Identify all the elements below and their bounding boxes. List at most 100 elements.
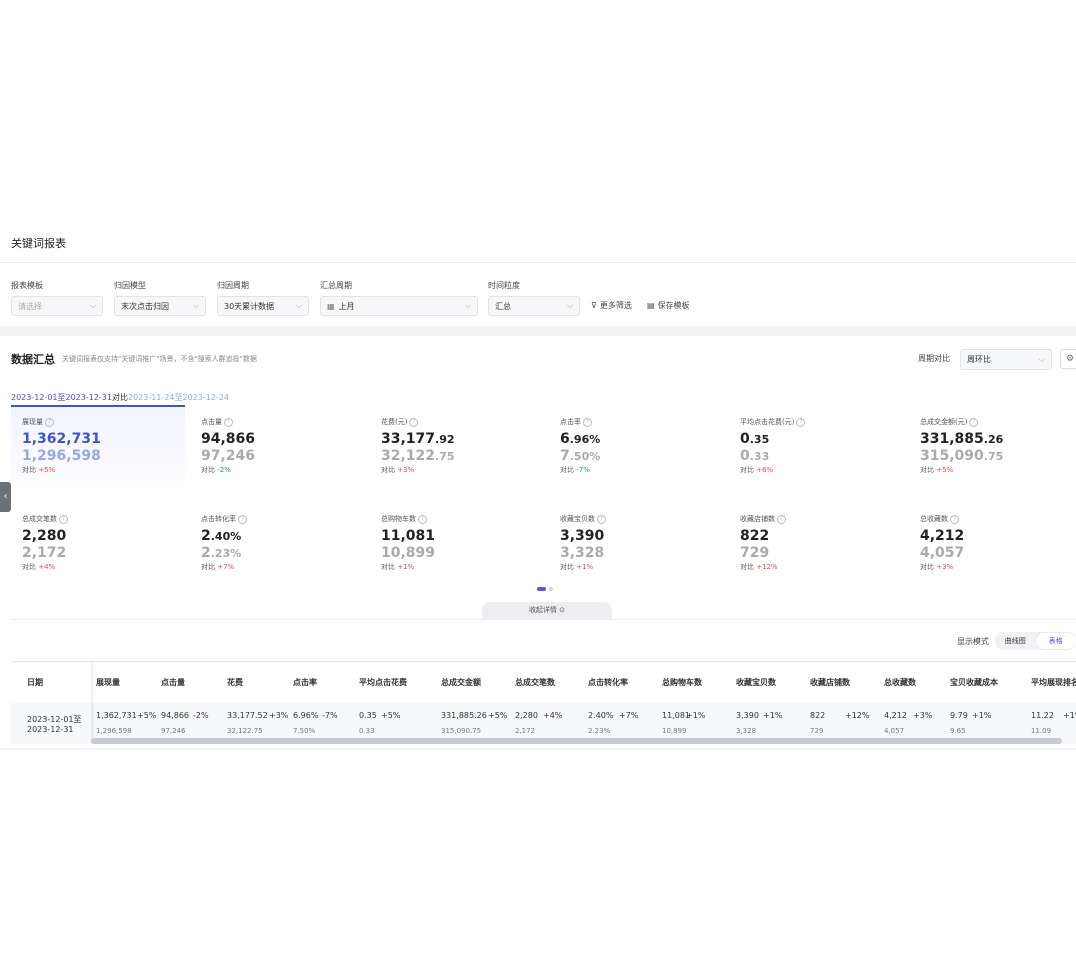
help-icon[interactable]: ? bbox=[777, 514, 786, 524]
metric-card[interactable]: 点击转化率? 2.40% 2.23% 对比 +7% bbox=[201, 514, 361, 572]
carousel-prev-button[interactable]: ‹ bbox=[0, 482, 11, 512]
table-header-cell[interactable]: 点击转化率 bbox=[588, 662, 628, 704]
compare-prefix: 对比 bbox=[111, 393, 128, 402]
metric-card[interactable]: 花费(元)? 33,177.92 32,122.75 对比 +3% bbox=[381, 417, 541, 475]
help-icon[interactable]: ? bbox=[583, 417, 592, 427]
granularity-value: 汇总 bbox=[495, 301, 511, 311]
attribution-model-select[interactable]: 末次点击归因 ⌵ bbox=[114, 296, 206, 316]
table-header-cell[interactable]: 总收藏数 bbox=[884, 662, 916, 704]
metric-value-dec: .35 bbox=[749, 433, 770, 446]
metric-prev-int: 97,246 bbox=[201, 448, 256, 464]
metric-prev-int: 10,899 bbox=[381, 545, 436, 561]
table-header-cell[interactable]: 收藏宝贝数 bbox=[736, 662, 776, 704]
table-cell-prev: 2,172 bbox=[515, 727, 536, 735]
table-cell-delta: +4% bbox=[543, 711, 563, 720]
table-header-cell[interactable]: 点击率 bbox=[293, 662, 317, 704]
help-icon[interactable]: ? bbox=[950, 514, 959, 524]
bottom-divider bbox=[0, 748, 1076, 750]
metric-compare-label: 对比 bbox=[201, 466, 215, 474]
metric-delta: -7% bbox=[576, 466, 590, 474]
help-icon[interactable]: ? bbox=[796, 417, 806, 427]
summary-period-select[interactable]: ▦ 上月 ⌵ bbox=[320, 296, 478, 316]
table-header-cell[interactable]: 总成交笔数 bbox=[515, 662, 555, 704]
carousel-dot-active[interactable] bbox=[537, 587, 546, 591]
table-header-cell[interactable]: 总成交金额 bbox=[441, 662, 481, 704]
table-header-cell[interactable]: 花费 bbox=[227, 662, 243, 704]
filter-label-summary-period: 汇总周期 bbox=[320, 281, 352, 290]
metric-card[interactable]: 总购物车数? 11,081 10,899 对比 +1% bbox=[381, 514, 541, 572]
metric-card[interactable]: 点击量? 94,866 97,246 对比 -2% bbox=[201, 417, 361, 475]
metric-card[interactable]: 总成交金额(元)? 331,885.26 315,090.75 对比 +5% bbox=[920, 417, 1076, 475]
help-icon[interactable]: ? bbox=[45, 417, 54, 427]
metric-value: 0.35 bbox=[740, 431, 900, 447]
metric-compare: 对比 +7% bbox=[201, 562, 361, 572]
table-cell-value: 1,362,731 bbox=[96, 711, 137, 720]
compare-date-range: 2023-11-24至2023-12-24 bbox=[127, 393, 229, 402]
metric-prev-value: 729 bbox=[740, 545, 900, 561]
metric-card[interactable]: 总成交笔数? 2,280 2,172 对比 +4% bbox=[22, 514, 182, 572]
table-cell-delta: +3% bbox=[269, 711, 289, 720]
help-icon[interactable]: ? bbox=[224, 417, 233, 427]
table-horizontal-scrollbar[interactable] bbox=[91, 738, 1062, 744]
metric-card[interactable]: 展现量? 1,362,731 1,296,598 对比 +5% bbox=[22, 417, 182, 475]
granularity-select[interactable]: 汇总 ⌵ bbox=[488, 296, 580, 316]
table-cell-delta: +5% bbox=[137, 711, 157, 720]
metric-prev-int: 2 bbox=[201, 545, 211, 561]
table-header-cell[interactable]: 平均展现排名 bbox=[1031, 662, 1076, 704]
table-cell-prev: 0.33 bbox=[359, 727, 375, 735]
display-option-table[interactable]: 表格 bbox=[1035, 633, 1076, 649]
table-cell-prev: 1,296,598 bbox=[96, 727, 132, 735]
help-icon[interactable]: ? bbox=[418, 514, 427, 524]
chevron-down-icon: ⌵ bbox=[295, 301, 302, 310]
metric-delta: +12% bbox=[756, 563, 778, 571]
metric-label-text: 花费(元) bbox=[381, 418, 408, 426]
template-select[interactable]: 请选择 ⌵ bbox=[11, 296, 103, 316]
carousel-dot[interactable] bbox=[549, 587, 553, 591]
metric-compare-label: 对比 bbox=[560, 466, 574, 474]
metric-delta: +6% bbox=[756, 466, 774, 474]
help-icon[interactable]: ? bbox=[238, 514, 247, 524]
table-cell-prev: 4,057 bbox=[884, 727, 905, 735]
table-header-cell[interactable]: 总购物车数 bbox=[662, 662, 702, 704]
data-table: 日期 展现量 点击量 花费 点击率 平均点击花费 总成交金额 总成交笔数 点击转化率 总购物车数… bbox=[11, 661, 1076, 744]
table-header-cell[interactable]: 点击量 bbox=[161, 662, 185, 704]
metric-delta: -2% bbox=[217, 466, 231, 474]
table-header-cell[interactable]: 宝贝收藏成本 bbox=[950, 662, 998, 704]
metric-value: 822 bbox=[740, 528, 900, 544]
table-cell-value: 4,212 bbox=[884, 711, 907, 720]
metric-card[interactable]: 点击率? 6.96% 7.50% 对比 -7% bbox=[560, 417, 720, 475]
filter-label-granularity: 时间粒度 bbox=[488, 281, 520, 290]
metric-prev-value: 1,296,598 bbox=[22, 448, 182, 464]
table-header-cell[interactable]: 平均点击花费 bbox=[359, 662, 407, 704]
attribution-period-select[interactable]: 30天累计数据 ⌵ bbox=[217, 296, 309, 316]
date-range-row: 2023-12-01至2023-12-31对比2023-11-24至2023-1… bbox=[11, 392, 229, 403]
help-icon[interactable]: ? bbox=[409, 417, 419, 427]
compare-select[interactable]: 周环比 ⌵ bbox=[960, 349, 1052, 370]
table-cell-prev: 3,328 bbox=[736, 727, 757, 735]
table-cell-delta: -2% bbox=[193, 711, 209, 720]
metric-card[interactable]: 收藏店铺数? 822 729 对比 +12% bbox=[740, 514, 900, 572]
metric-value-int: 822 bbox=[740, 528, 770, 544]
table-cell-delta: +1% bbox=[972, 711, 992, 720]
metric-card[interactable]: 平均点击花费(元)? 0.35 0.33 对比 +6% bbox=[740, 417, 900, 475]
table-header-cell[interactable]: 收藏店铺数 bbox=[810, 662, 850, 704]
metric-card[interactable]: 总收藏数? 4,212 4,057 对比 +3% bbox=[920, 514, 1076, 572]
settings-button[interactable]: ⚙ bbox=[1060, 349, 1076, 369]
help-icon[interactable]: ? bbox=[597, 514, 606, 524]
help-icon[interactable]: ? bbox=[969, 417, 979, 427]
metric-label: 收藏店铺数? bbox=[740, 514, 900, 524]
help-icon[interactable]: ? bbox=[59, 514, 68, 524]
metric-card[interactable]: 收藏宝贝数? 3,390 3,328 对比 +1% bbox=[560, 514, 720, 572]
metric-compare: 对比 -7% bbox=[560, 465, 720, 475]
metric-prev-int: 3,328 bbox=[560, 545, 605, 561]
more-filter-button[interactable]: ⊽ 更多筛选 bbox=[591, 300, 632, 311]
chevron-down-icon: ⌵ bbox=[1038, 354, 1045, 364]
table-cell-prev: 7.50% bbox=[293, 727, 316, 735]
save-template-button[interactable]: ▤ 保存模板 bbox=[647, 300, 690, 311]
table-cell-delta: +1% bbox=[763, 711, 783, 720]
display-option-chart[interactable]: 曲线图 bbox=[995, 636, 1036, 646]
chevron-down-icon: ⌵ bbox=[192, 301, 199, 310]
collapse-details-button[interactable]: 收起详情 ⊙ bbox=[482, 602, 612, 619]
metric-label-text: 展现量 bbox=[22, 418, 43, 426]
table-header-cell[interactable]: 展现量 bbox=[96, 662, 120, 704]
